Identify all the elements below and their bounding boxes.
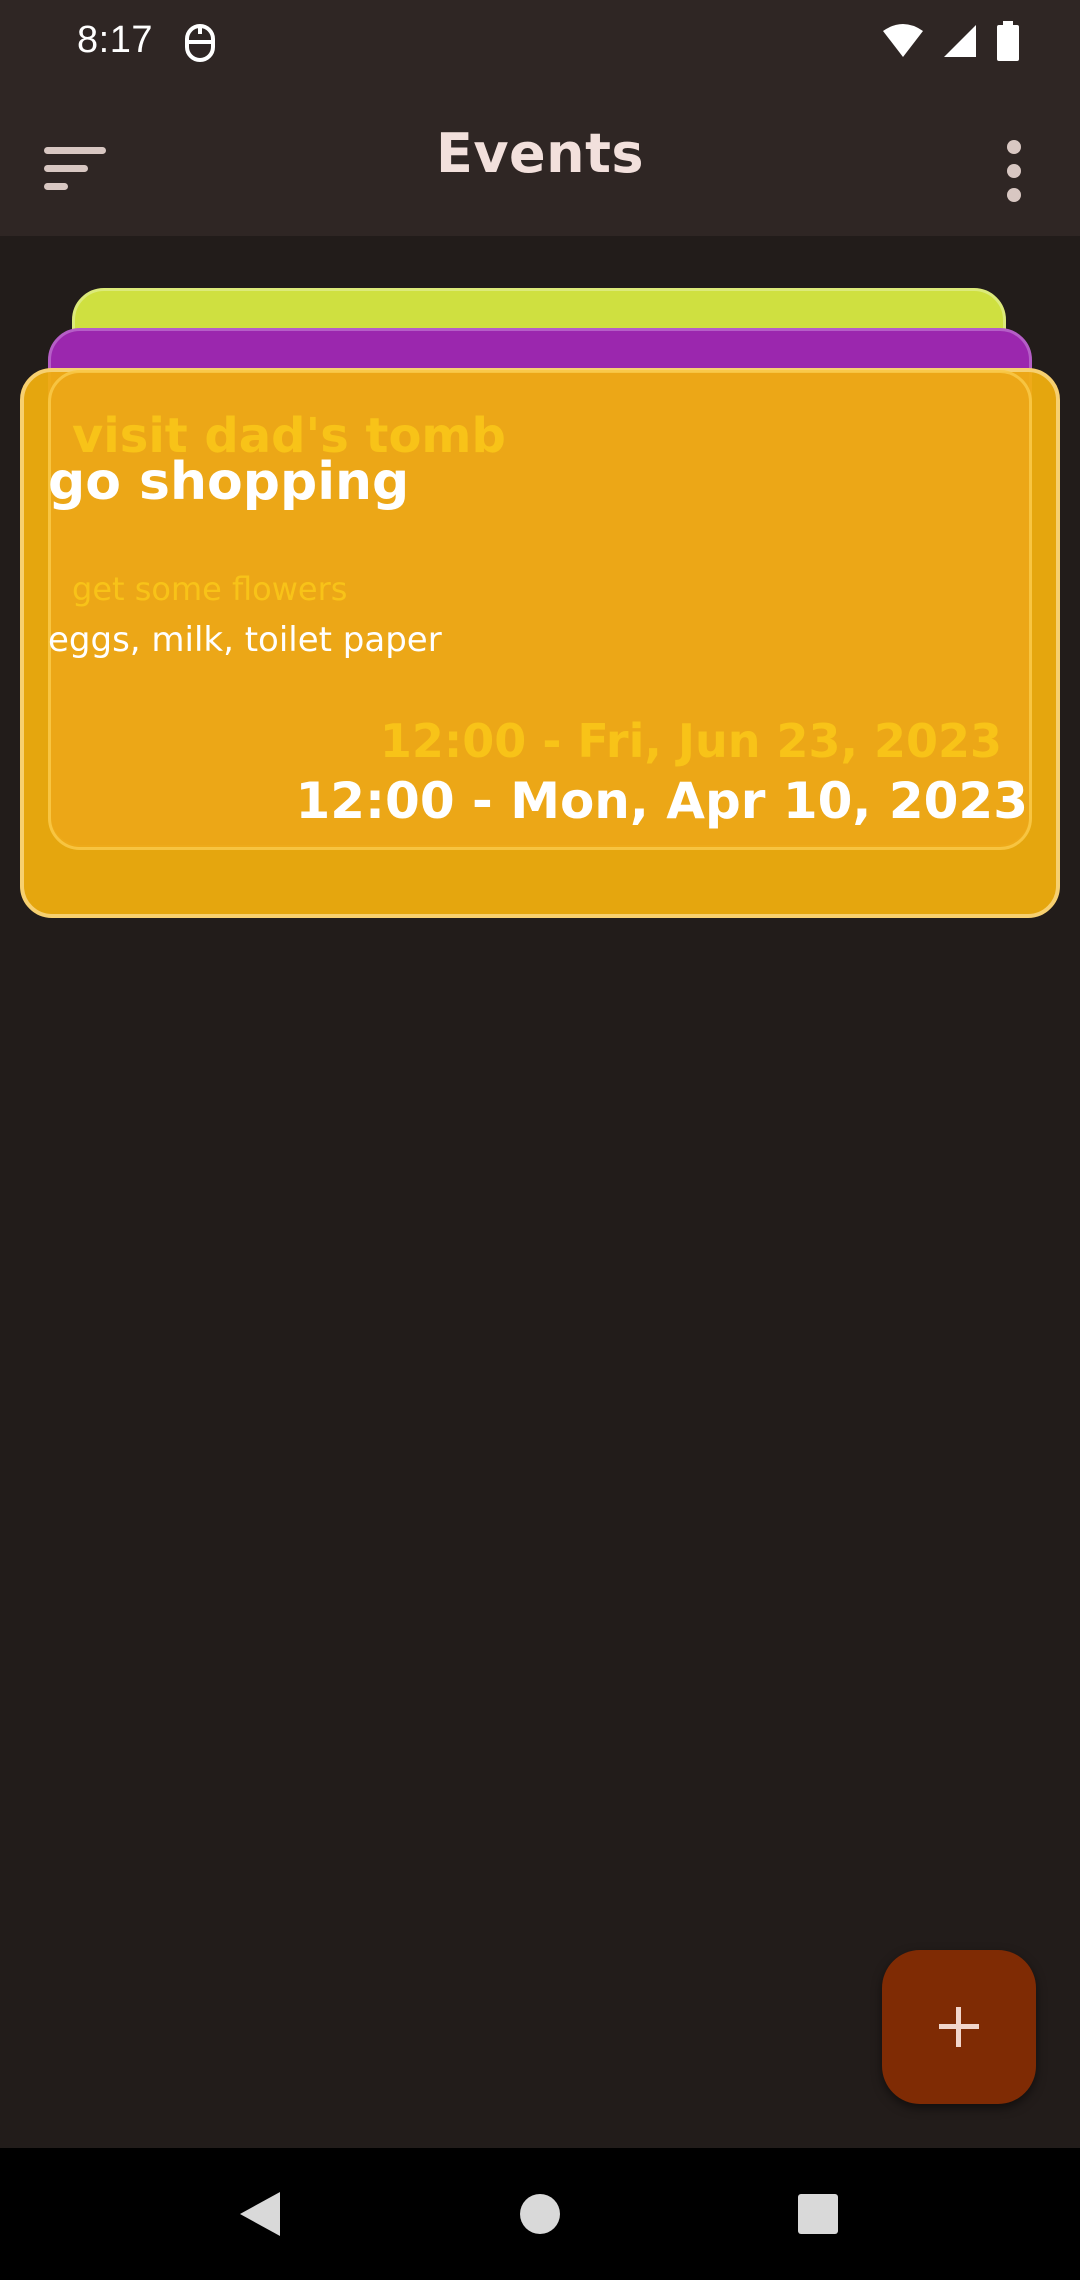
recents-button[interactable] [778,2174,858,2254]
plus-icon [939,2007,979,2047]
add-event-button[interactable] [882,1950,1036,2104]
event-1-description: eggs, milk, toilet paper [48,620,442,660]
more-options-button[interactable] [984,126,1044,216]
signal-icon [942,23,978,63]
wifi-icon [882,23,924,63]
back-button[interactable] [220,2174,300,2254]
back-icon [240,2192,280,2236]
system-nav-bar [0,2148,1080,2280]
event-2-datetime: 12:00 - Fri, Jun 23, 2023 [379,714,1002,768]
status-icons [882,21,1020,65]
status-time: 8:17 [77,19,153,61]
home-icon [520,2194,560,2234]
event-1-datetime: 12:00 - Mon, Apr 10, 2023 [295,772,1028,830]
app-bar: Events [0,88,1080,236]
battery-icon [996,21,1020,65]
event-1-title: go shopping [48,452,410,512]
app-notification-icon [183,22,219,64]
status-bar: 8:17 [0,0,1080,88]
recents-icon [798,2194,838,2234]
page-title: Events [435,122,645,185]
home-button[interactable] [500,2174,580,2254]
event-2-description: get some flowers [72,570,348,608]
